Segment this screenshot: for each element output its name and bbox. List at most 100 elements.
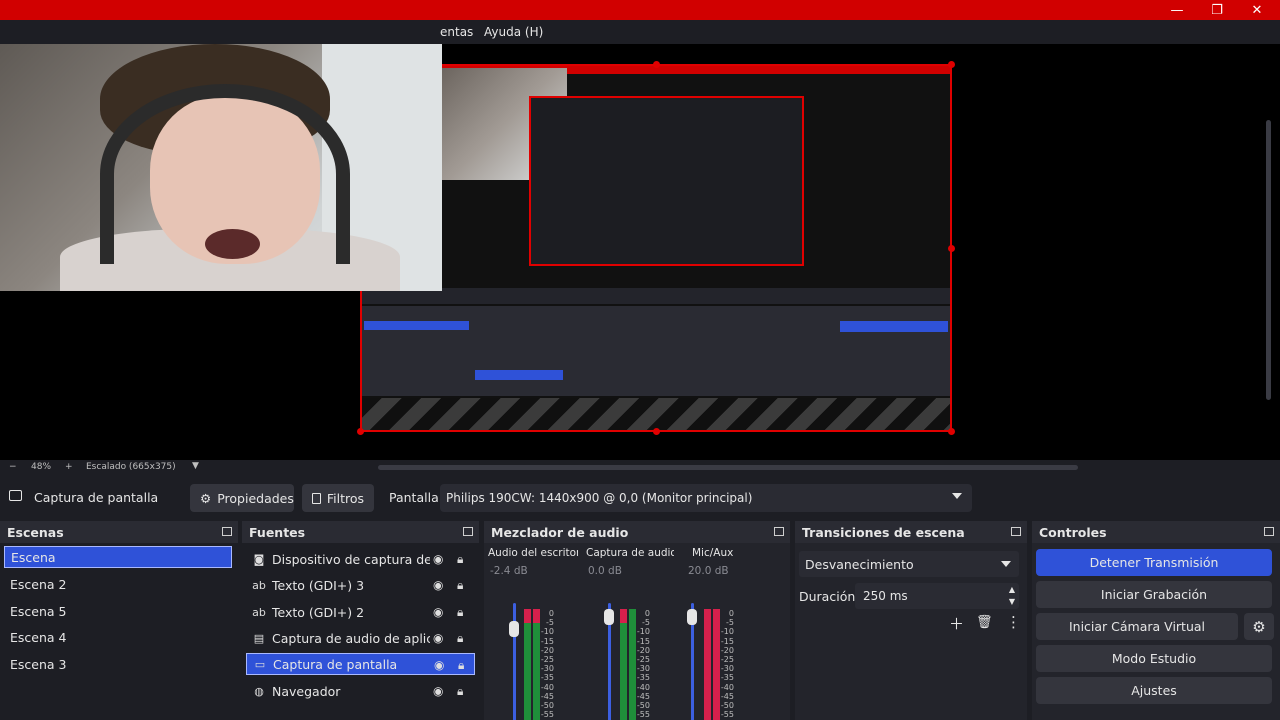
- undock-icon[interactable]: [222, 527, 232, 536]
- transition-value: Desvanecimiento: [805, 556, 914, 572]
- fader-knob[interactable]: [604, 609, 614, 625]
- stop-streaming-label: Detener Transmisión: [1089, 555, 1219, 570]
- level-meter-peak: [620, 609, 627, 623]
- menu-tools[interactable]: entas: [440, 25, 473, 39]
- meter-tick-label: -50: [540, 701, 554, 711]
- source-item[interactable]: ▭ Captura de pantalla ◉ 🔒︎: [246, 653, 475, 675]
- zoom-in-button[interactable]: +: [65, 462, 73, 472]
- close-button[interactable]: ✕: [1237, 0, 1277, 20]
- meter-tick-label: -55: [540, 710, 554, 720]
- menu-bar: entas Ayuda (H): [0, 20, 1280, 44]
- eye-icon[interactable]: ◉: [434, 658, 444, 672]
- scene-item[interactable]: Escena: [4, 546, 232, 568]
- source-label: Navegador: [272, 683, 341, 699]
- lock-icon[interactable]: 🔒︎: [457, 684, 463, 699]
- resize-handle[interactable]: [948, 428, 955, 435]
- start-recording-label: Iniciar Grabación: [1100, 587, 1208, 602]
- source-item[interactable]: ▤ Captura de audio de aplicación ◉ 🔒︎: [246, 627, 475, 649]
- source-item[interactable]: ab Texto (GDI+) 2 ◉ 🔒︎: [246, 601, 475, 623]
- nested-recursive-preview: [529, 96, 804, 266]
- source-label: Dispositivo de captura de vídeo: [272, 551, 430, 567]
- restore-button[interactable]: ❐: [1197, 0, 1237, 20]
- duration-value: 250 ms: [863, 589, 908, 603]
- stop-streaming-button[interactable]: Detener Transmisión: [1036, 549, 1272, 576]
- scene-item[interactable]: Escena 3: [4, 653, 232, 675]
- source-item[interactable]: ◍ Navegador ◉ 🔒︎: [246, 680, 475, 702]
- lock-icon[interactable]: 🔒︎: [457, 552, 463, 567]
- settings-button[interactable]: Ajustes: [1036, 677, 1272, 704]
- eye-icon[interactable]: ◉: [433, 631, 443, 645]
- meter-tick-label: -55: [720, 710, 734, 720]
- source-item[interactable]: ab Texto (GDI+) 3 ◉ 🔒︎: [246, 574, 475, 596]
- eye-icon[interactable]: ◉: [433, 552, 443, 566]
- transition-select[interactable]: Desvanecimiento: [799, 551, 1019, 577]
- eye-icon[interactable]: ◉: [433, 578, 443, 592]
- meter-tick-label: -20: [540, 645, 554, 655]
- minimize-button[interactable]: —: [1157, 0, 1197, 20]
- transitions-header: Transiciones de escena: [795, 521, 1027, 543]
- preview-horizontal-scrollbar[interactable]: [378, 465, 1078, 470]
- preview-canvas[interactable]: [0, 44, 1280, 460]
- start-recording-button[interactable]: Iniciar Grabación: [1036, 581, 1272, 608]
- virtual-camera-settings-button[interactable]: ⚙: [1244, 613, 1274, 640]
- resize-handle[interactable]: [653, 61, 660, 68]
- undock-icon[interactable]: [774, 527, 784, 536]
- filters-button[interactable]: Filtros: [302, 484, 374, 512]
- studio-mode-button[interactable]: Modo Estudio: [1036, 645, 1272, 672]
- resize-handle[interactable]: [948, 245, 955, 252]
- selected-source-name: Captura de pantalla: [34, 490, 159, 505]
- more-menu-icon[interactable]: ⋮: [1006, 613, 1021, 631]
- gear-icon: ⚙: [200, 490, 212, 506]
- eye-icon[interactable]: ◉: [433, 684, 443, 698]
- lock-icon[interactable]: 🔒︎: [457, 578, 463, 593]
- webcam-source[interactable]: [0, 44, 442, 291]
- webcam-mouth: [205, 229, 260, 259]
- scene-item[interactable]: Escena 5: [4, 600, 232, 622]
- scenes-dock: Escenas Escena Escena 2 Escena 5 Escena …: [0, 521, 238, 720]
- nested-stop-button: [840, 321, 948, 332]
- scene-label: Escena 3: [10, 656, 67, 672]
- resize-handle[interactable]: [357, 428, 364, 435]
- meter-tick-label: -50: [720, 701, 734, 711]
- properties-button[interactable]: ⚙ Propiedades: [190, 484, 294, 512]
- resize-handle[interactable]: [948, 61, 955, 68]
- scene-item[interactable]: Escena 2: [4, 573, 232, 595]
- lock-icon[interactable]: 🔒︎: [457, 631, 463, 646]
- screen-capture-source[interactable]: [360, 64, 952, 432]
- duration-input[interactable]: 250 ms ▲ ▼: [855, 583, 1019, 609]
- display-select[interactable]: Philips 190CW: 1440x900 @ 0,0 (Monitor p…: [440, 484, 972, 512]
- obs-window: — ❐ ✕ entas Ayuda (H) − 48% + Escalado (…: [0, 0, 1280, 720]
- eye-icon[interactable]: ◉: [433, 605, 443, 619]
- meter-tick-label: -45: [720, 691, 734, 701]
- undock-icon[interactable]: [1264, 527, 1274, 536]
- fader-knob[interactable]: [687, 609, 697, 625]
- undock-icon[interactable]: [1011, 527, 1021, 536]
- scaling-dropdown-icon[interactable]: ▼: [192, 461, 199, 471]
- sources-title: Fuentes: [249, 525, 306, 540]
- spin-down-icon[interactable]: ▼: [1009, 597, 1015, 606]
- meter-tick-label: -5: [546, 618, 554, 628]
- title-bar: — ❐ ✕: [0, 0, 1280, 20]
- meter-tick-label: -40: [636, 682, 650, 692]
- add-transition-icon[interactable]: ＋: [949, 613, 964, 634]
- source-item[interactable]: ◙ Dispositivo de captura de vídeo ◉ 🔒︎: [246, 548, 475, 570]
- lock-icon[interactable]: 🔒︎: [458, 658, 464, 673]
- scene-item[interactable]: Escena 4: [4, 626, 232, 648]
- undock-icon[interactable]: [463, 527, 473, 536]
- fader-knob[interactable]: [509, 621, 519, 637]
- meter-scale: 0-5-10-15-20-25-30-35-40-45-50-55-60: [718, 609, 734, 720]
- menu-help[interactable]: Ayuda (H): [484, 25, 543, 39]
- meter-tick-label: -55: [636, 710, 650, 720]
- zoom-out-button[interactable]: −: [9, 462, 17, 472]
- spin-up-icon[interactable]: ▲: [1009, 585, 1015, 594]
- meter-tick-label: -25: [540, 655, 554, 665]
- duration-label: Duración: [799, 589, 856, 604]
- trash-icon[interactable]: 🗑︎: [976, 615, 993, 630]
- start-virtual-camera-button[interactable]: Iniciar Cámara Virtual: [1036, 613, 1238, 640]
- preview-vertical-scrollbar[interactable]: [1266, 120, 1271, 400]
- source-label: Captura de audio de aplicación: [272, 630, 430, 646]
- resize-handle[interactable]: [653, 428, 660, 435]
- filter-icon: [312, 492, 321, 504]
- controls-dock: Controles Detener Transmisión Iniciar Gr…: [1032, 521, 1280, 720]
- lock-icon[interactable]: 🔒︎: [457, 605, 463, 620]
